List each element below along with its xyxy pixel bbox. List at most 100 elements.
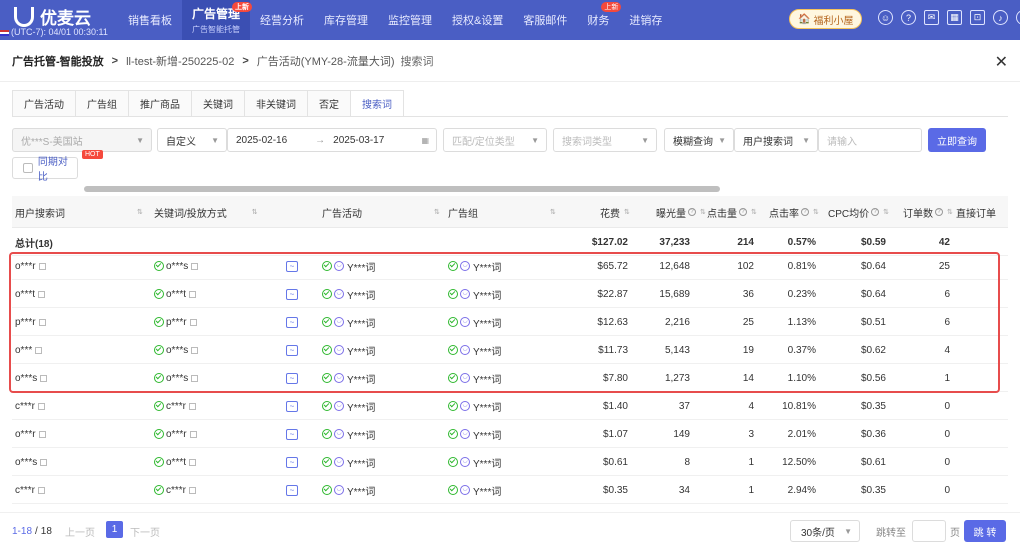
user-avatar-icon[interactable]: ● xyxy=(1016,10,1020,25)
ad-group-cell[interactable]: ◡ Y***词 xyxy=(448,336,501,364)
breadcrumb-root[interactable]: 广告托管-智能投放 xyxy=(12,53,104,69)
bell-icon[interactable]: ♪ xyxy=(993,10,1008,25)
help-icon[interactable]: ? xyxy=(801,208,809,216)
term-type-select[interactable]: 搜索词类型 ▼ xyxy=(553,128,657,152)
external-link-icon[interactable] xyxy=(38,486,46,494)
col-orders[interactable]: 订单数? ⇅ xyxy=(903,196,953,228)
search-term-cell[interactable]: c***r xyxy=(15,476,46,504)
date-range-picker[interactable]: 2025-02-16 → 2025-03-17 ▦ xyxy=(227,128,437,152)
sort-icon[interactable]: ⇅ xyxy=(434,208,440,216)
ad-group-cell[interactable]: ◡ Y***词 xyxy=(448,280,501,308)
next-page-button[interactable]: 下一页 xyxy=(130,513,160,549)
close-icon[interactable]: ✕ xyxy=(995,52,1008,72)
customer-service-icon[interactable]: ☺ xyxy=(878,10,893,25)
tab-products[interactable]: 推广商品 xyxy=(128,90,191,117)
tab-keywords[interactable]: 关键词 xyxy=(191,90,244,117)
compare-toggle[interactable]: 同期对比 xyxy=(12,157,78,183)
tab-campaigns[interactable]: 广告活动 xyxy=(12,90,75,117)
prev-page-button[interactable]: 上一页 xyxy=(65,513,95,549)
date-mode-select[interactable]: 自定义 ▼ xyxy=(157,128,227,152)
nav-item-purchase-sales[interactable]: 进销存 xyxy=(619,0,672,40)
cart-icon[interactable]: ⊡ xyxy=(970,10,985,25)
external-link-icon[interactable] xyxy=(189,486,197,494)
campaign-cell[interactable]: ◡ Y***词 xyxy=(322,420,375,448)
external-link-icon[interactable] xyxy=(35,346,43,354)
help-icon[interactable]: ? xyxy=(739,208,747,216)
ad-group-cell[interactable]: ◡ Y***词 xyxy=(448,420,501,448)
keyword-cell[interactable]: o***t xyxy=(154,280,197,308)
match-type-select[interactable]: 匹配/定位类型 ▼ xyxy=(443,128,547,152)
nav-item-service-mail[interactable]: 客服邮件 xyxy=(513,0,577,40)
keyword-cell[interactable]: o***s xyxy=(154,336,199,364)
sort-icon[interactable]: ⇅ xyxy=(550,208,556,216)
external-link-icon[interactable] xyxy=(189,402,197,410)
external-link-icon[interactable] xyxy=(38,262,46,270)
ad-group-cell[interactable]: ◡ Y***词 xyxy=(448,392,501,420)
trend-button[interactable]: ~ xyxy=(286,476,298,504)
keyword-cell[interactable]: c***r xyxy=(154,392,197,420)
search-input[interactable]: 请输入 xyxy=(818,128,922,152)
campaign-cell[interactable]: ◡ Y***词 xyxy=(322,476,375,504)
nav-item-sales-board[interactable]: 销售看板 xyxy=(118,0,182,40)
query-button[interactable]: 立即查询 xyxy=(928,128,986,152)
sort-icon[interactable]: ⇅ xyxy=(624,208,630,216)
page-size-select[interactable]: 30条/页 ▼ xyxy=(790,520,860,542)
col-spend[interactable]: 花费 ⇅ xyxy=(600,196,630,228)
search-term-cell[interactable]: o***t xyxy=(15,280,46,308)
col-ad-group[interactable]: 广告组 ⇅ xyxy=(448,196,556,228)
external-link-icon[interactable] xyxy=(189,290,197,298)
trend-button[interactable]: ~ xyxy=(286,420,298,448)
sort-icon[interactable]: ⇅ xyxy=(252,208,258,216)
sort-icon[interactable]: ⇅ xyxy=(751,208,757,216)
keyword-cell[interactable]: c***r xyxy=(154,476,197,504)
welfare-button[interactable]: 🏠 福利小屋 xyxy=(789,9,863,29)
store-select[interactable]: 优***S-美国站 ▼ xyxy=(12,128,152,152)
search-term-cell[interactable]: p***r xyxy=(15,308,46,336)
ad-group-cell[interactable]: ◡ Y***词 xyxy=(448,308,501,336)
campaign-cell[interactable]: ◡ Y***词 xyxy=(322,336,375,364)
external-link-icon[interactable] xyxy=(40,374,48,382)
nav-item-finance[interactable]: 财务 上新 xyxy=(577,0,622,40)
external-link-icon[interactable] xyxy=(191,262,199,270)
trend-button[interactable]: ~ xyxy=(286,280,298,308)
query-mode-select[interactable]: 模糊查询 ▼ xyxy=(664,128,734,152)
ad-group-cell[interactable]: ◡ Y***词 xyxy=(448,448,501,476)
search-term-cell[interactable]: o***s xyxy=(15,448,48,476)
campaign-cell[interactable]: ◡ Y***词 xyxy=(322,308,375,336)
external-link-icon[interactable] xyxy=(189,318,197,326)
trend-button[interactable]: ~ xyxy=(286,336,298,364)
col-term[interactable]: 用户搜索词 ⇅ xyxy=(15,196,143,228)
sort-icon[interactable]: ⇅ xyxy=(947,208,953,216)
trend-button[interactable]: ~ xyxy=(286,448,298,476)
jump-button[interactable]: 跳 转 xyxy=(964,520,1006,542)
external-link-icon[interactable] xyxy=(189,430,197,438)
page-number-button[interactable]: 1 xyxy=(106,521,123,538)
jump-page-input[interactable] xyxy=(912,520,946,542)
external-link-icon[interactable] xyxy=(191,346,199,354)
search-term-cell[interactable]: c***r xyxy=(15,392,46,420)
tab-ad-groups[interactable]: 广告组 xyxy=(75,90,128,117)
nav-item-ad-management[interactable]: 广告管理 广告智能托管 上新 xyxy=(182,0,253,40)
trend-button[interactable]: ~ xyxy=(286,308,298,336)
search-field-select[interactable]: 用户搜索词 ▼ xyxy=(734,128,818,152)
sort-icon[interactable]: ⇅ xyxy=(137,208,143,216)
col-campaign[interactable]: 广告活动 ⇅ xyxy=(322,196,440,228)
ad-group-cell[interactable]: ◡ Y***词 xyxy=(448,252,501,280)
search-term-cell[interactable]: o***s xyxy=(15,364,48,392)
external-link-icon[interactable] xyxy=(38,430,46,438)
trend-button[interactable]: ~ xyxy=(286,364,298,392)
search-term-cell[interactable]: o***r xyxy=(15,420,46,448)
col-impressions[interactable]: 曝光量? ⇅ xyxy=(656,196,706,228)
horizontal-scrollbar[interactable] xyxy=(84,186,720,192)
campaign-cell[interactable]: ◡ Y***词 xyxy=(322,364,375,392)
breadcrumb-level3[interactable]: 广告活动(YMY-28-流量大词) xyxy=(257,53,395,69)
breadcrumb-level2[interactable]: ll-test-新增-250225-02 xyxy=(126,53,234,69)
external-link-icon[interactable] xyxy=(38,402,46,410)
trend-button[interactable]: ~ xyxy=(286,392,298,420)
nav-item-monitoring[interactable]: 监控管理 xyxy=(378,0,442,40)
external-link-icon[interactable] xyxy=(40,458,48,466)
checkbox[interactable] xyxy=(23,163,33,173)
keyword-cell[interactable]: p***r xyxy=(154,308,197,336)
ad-group-cell[interactable]: ◡ Y***词 xyxy=(448,364,501,392)
message-icon[interactable]: ✉ xyxy=(924,10,939,25)
